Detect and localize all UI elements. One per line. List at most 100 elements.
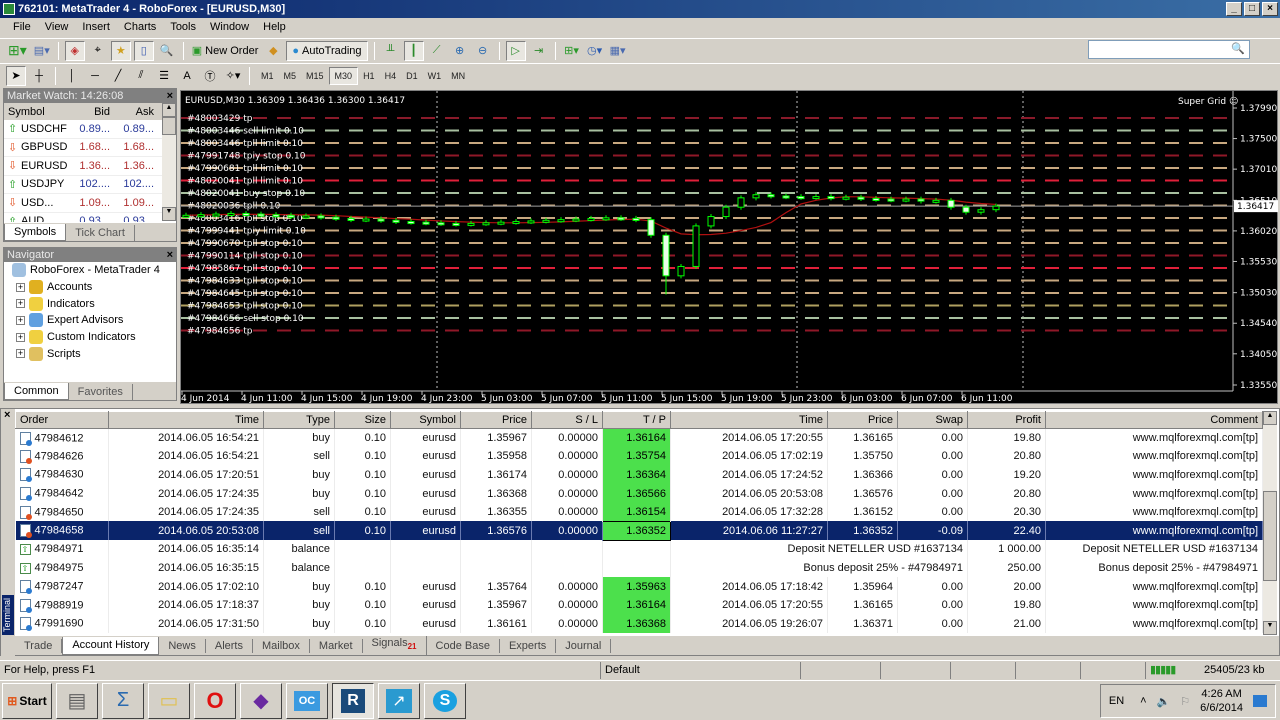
table-row[interactable]: 47984630 2014.06.05 17:20:51 buy 0.10 eurusd… <box>15 465 1263 485</box>
close-button[interactable]: × <box>1262 2 1278 16</box>
arrows-icon[interactable]: ✧▾ <box>223 66 243 86</box>
new-order-button[interactable]: ▣ New Order <box>190 41 261 61</box>
table-row[interactable]: 47984658 2014.06.05 20:53:08 sell 0.10 eurus… <box>15 520 1263 541</box>
table-row[interactable]: 47988919 2014.06.05 17:18:37 buy 0.10 eurusd… <box>15 595 1263 615</box>
nav-custom-indicators[interactable]: + Custom Indicators <box>4 329 176 346</box>
close-icon[interactable]: × <box>4 409 10 421</box>
tab-favorites[interactable]: Favorites <box>69 384 133 400</box>
maximize-button[interactable]: □ <box>1244 2 1260 16</box>
tab-mailbox[interactable]: Mailbox <box>253 638 310 653</box>
tab-news[interactable]: News <box>159 638 206 653</box>
explorer-icon[interactable]: ▭ <box>148 682 190 719</box>
timeframe-mn[interactable]: MN <box>446 67 470 85</box>
col-order[interactable]: Order <box>15 411 109 429</box>
templates-icon[interactable]: ▦▾ <box>608 41 628 61</box>
autotrading-button[interactable]: ● AutoTrading <box>286 40 368 61</box>
tab-code-base[interactable]: Code Base <box>427 638 500 653</box>
vertical-line-icon[interactable]: │ <box>62 66 82 86</box>
skype-icon[interactable]: S <box>424 682 466 719</box>
auto-scroll-icon[interactable]: ▷ <box>505 40 526 61</box>
timeframe-m1[interactable]: M1 <box>256 67 279 85</box>
col-tp[interactable]: T / P <box>602 411 671 429</box>
minimize-button[interactable]: _ <box>1226 2 1242 16</box>
table-row[interactable]: 47984642 2014.06.05 17:24:35 buy 0.10 eurusd… <box>15 484 1263 503</box>
indicators-icon[interactable]: ⊞▾ <box>562 41 582 61</box>
expand-icon[interactable]: + <box>16 332 25 342</box>
table-row[interactable]: 47984612 2014.06.05 16:54:21 buy 0.10 eurusd… <box>15 428 1263 448</box>
action-center-flag-icon[interactable]: ⚐ <box>1180 695 1190 708</box>
tor-browser-icon[interactable]: ◆ <box>240 682 282 719</box>
col-price[interactable]: Price <box>460 411 532 429</box>
menu-help[interactable]: Help <box>256 21 293 33</box>
powershell-icon[interactable]: Σ <box>102 682 144 719</box>
col-bid[interactable]: Bid <box>70 106 114 118</box>
tab-signals[interactable]: Signals21 <box>363 636 427 655</box>
metaeditor-icon[interactable]: ◆ <box>263 41 283 61</box>
expand-icon[interactable]: + <box>16 282 25 292</box>
timeframe-h1[interactable]: H1 <box>358 67 380 85</box>
terminal-scrollbar[interactable]: ▲ ▼ <box>1263 411 1277 635</box>
table-row[interactable]: ⇧ 47984971 2014.06.05 16:35:14 balance Depos… <box>15 540 1263 559</box>
tab-market[interactable]: Market <box>310 638 363 653</box>
opera-icon[interactable]: O <box>194 682 236 719</box>
tab-account-history[interactable]: Account History <box>62 636 160 655</box>
text-label-icon[interactable]: Ⓣ <box>200 66 220 86</box>
zoom-in-icon[interactable]: ⊕ <box>450 41 470 61</box>
zoom-out-icon[interactable]: ⊖ <box>473 41 493 61</box>
terminal-icon[interactable]: ▯ <box>133 40 154 61</box>
market-watch-row[interactable]: ⇧ AUD... 0.93... 0.93... <box>4 213 162 222</box>
bar-chart-icon[interactable]: ╨ <box>381 41 401 61</box>
trendline-icon[interactable]: ╱ <box>108 66 128 86</box>
nav-root[interactable]: RoboForex - MetaTrader 4 <box>4 262 176 279</box>
col-ask[interactable]: Ask <box>114 106 158 118</box>
tab-journal[interactable]: Journal <box>556 638 612 653</box>
expand-icon[interactable]: + <box>16 315 25 325</box>
nav-scripts[interactable]: + Scripts <box>4 345 176 362</box>
col-comment[interactable]: Comment <box>1045 411 1263 429</box>
search-icon[interactable]: 🔍 <box>1231 42 1245 55</box>
clock[interactable]: 4:26 AM 6/6/2014 <box>1200 687 1243 715</box>
menu-file[interactable]: File <box>6 21 38 33</box>
menu-window[interactable]: Window <box>203 21 256 33</box>
col-symbol[interactable]: Symbol <box>390 411 461 429</box>
chart-shift-icon[interactable]: ⇥ <box>529 41 549 61</box>
expand-icon[interactable]: + <box>16 349 25 359</box>
cursor-icon[interactable]: ➤ <box>6 65 26 86</box>
menu-tools[interactable]: Tools <box>163 21 203 33</box>
menu-charts[interactable]: Charts <box>117 21 163 33</box>
strategy-tester-icon[interactable]: 🔍 <box>157 41 177 61</box>
start-button[interactable]: ⊞ Start <box>2 682 52 719</box>
menu-view[interactable]: View <box>38 21 76 33</box>
candlestick-icon[interactable]: ┃ <box>403 40 424 61</box>
nav-expert-advisors[interactable]: + Expert Advisors <box>4 312 176 329</box>
show-desktop-icon[interactable] <box>1253 695 1267 707</box>
crosshair-icon[interactable]: ┼ <box>29 66 49 86</box>
menu-insert[interactable]: Insert <box>75 21 117 33</box>
tab-alerts[interactable]: Alerts <box>206 638 253 653</box>
timeframe-m5[interactable]: M5 <box>279 67 302 85</box>
timeframe-d1[interactable]: D1 <box>401 67 423 85</box>
col-sl[interactable]: S / L <box>531 411 603 429</box>
tab-symbols[interactable]: Symbols <box>4 224 67 241</box>
col-profit[interactable]: Profit <box>967 411 1046 429</box>
table-row[interactable]: ⇧ 47984975 2014.06.05 16:35:15 balance Bonus… <box>15 558 1263 578</box>
timeframe-m15[interactable]: M15 <box>301 67 329 85</box>
col-symbol[interactable]: Symbol <box>4 106 70 118</box>
market-watch-row[interactable]: ⇩ GBPUSD 1.68... 1.68... <box>4 139 162 157</box>
timeframe-w1[interactable]: W1 <box>423 67 447 85</box>
horizontal-line-icon[interactable]: ─ <box>85 66 105 86</box>
expand-icon[interactable]: + <box>16 299 25 309</box>
tab-tick-chart[interactable]: Tick Chart <box>66 225 135 241</box>
market-watch-row[interactable]: ⇧ USDJPY 102.... 102.... <box>4 176 162 194</box>
col-time[interactable]: Time <box>108 411 264 429</box>
server-manager-icon[interactable]: ▤ <box>56 682 98 719</box>
volume-icon[interactable]: 🔈 <box>1157 695 1171 708</box>
line-chart-icon[interactable]: ⟋ <box>427 41 447 61</box>
col-time[interactable]: Time <box>670 411 828 429</box>
language-indicator[interactable]: EN <box>1109 695 1124 707</box>
tab-experts[interactable]: Experts <box>500 638 557 653</box>
tab-trade[interactable]: Trade <box>15 638 63 653</box>
timeframe-m30[interactable]: M30 <box>328 66 359 85</box>
market-watch-row[interactable]: ⇧ USDCHF 0.89... 0.89... <box>4 120 162 139</box>
new-chart-icon[interactable]: ⊞▾ <box>6 41 29 61</box>
